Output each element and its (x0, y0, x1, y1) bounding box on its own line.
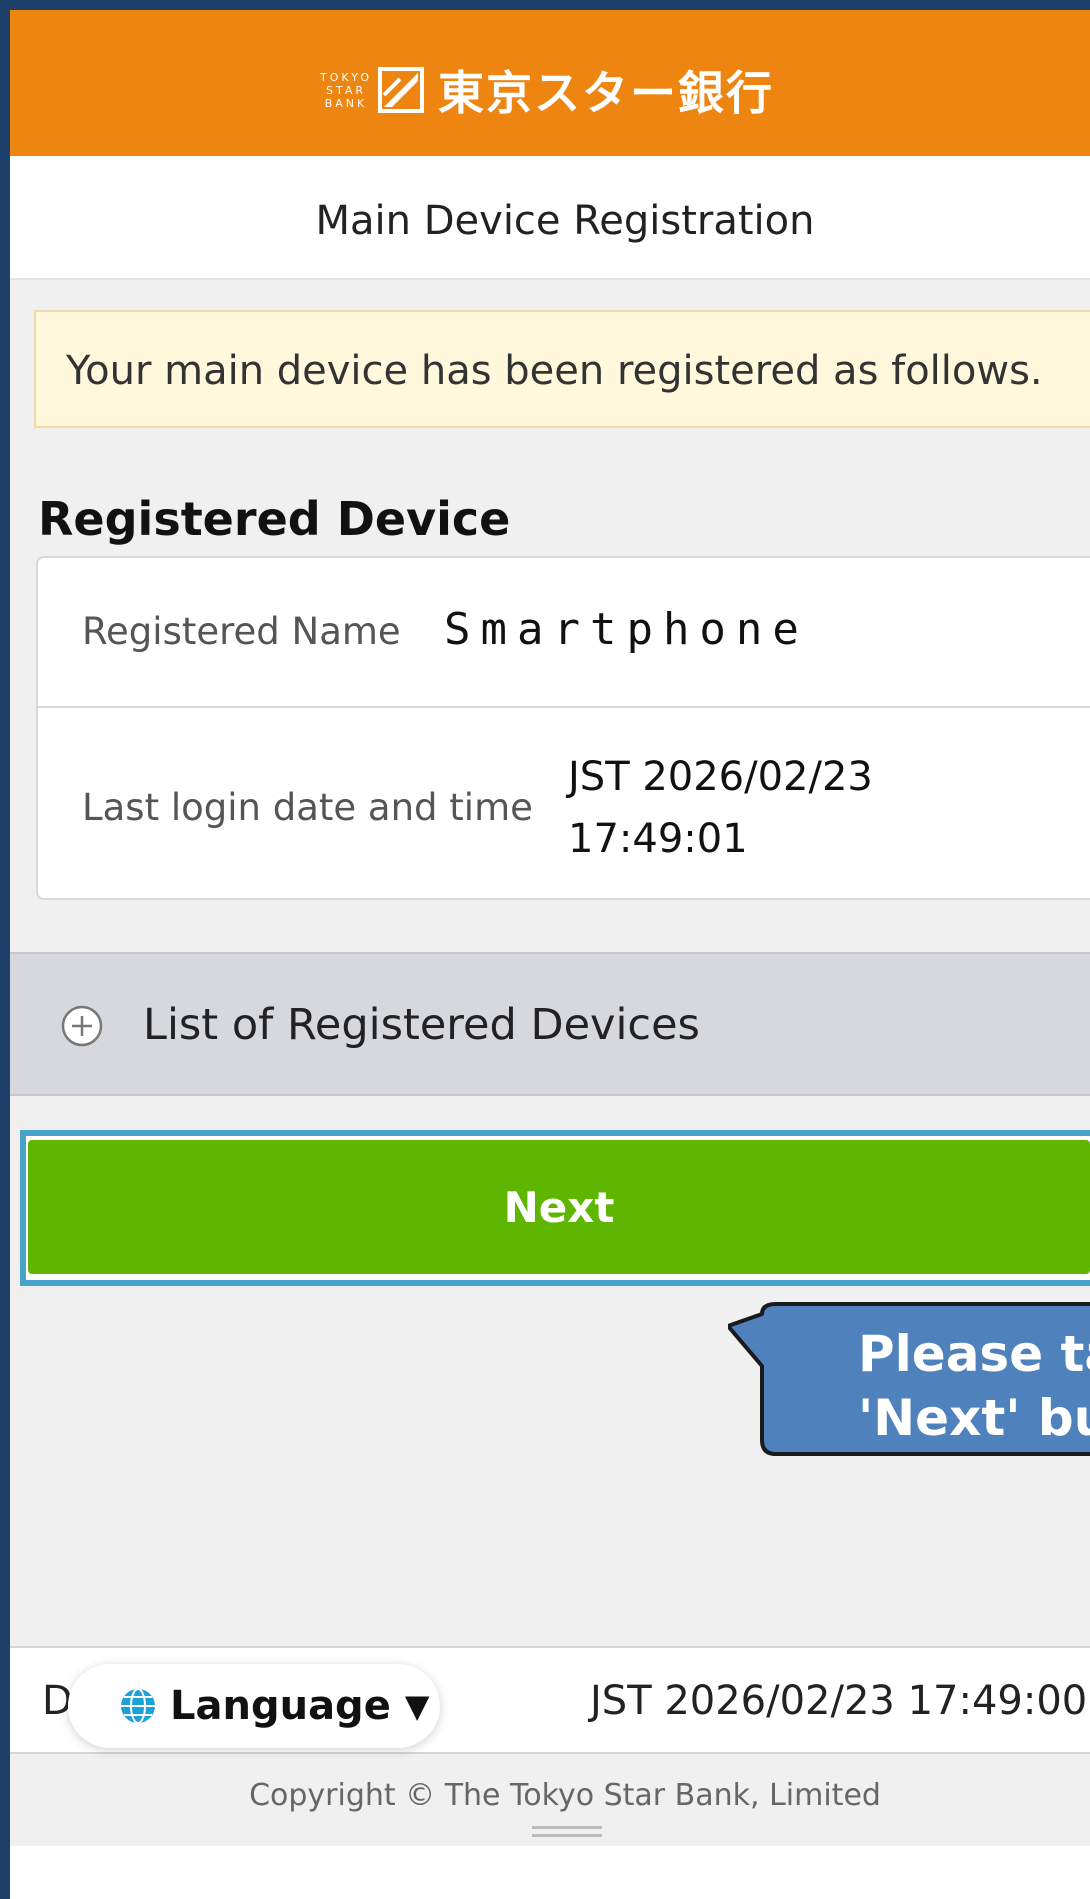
device-row-last-login: Last login date and time JST 2026/02/23 … (38, 708, 1090, 900)
drag-handle-line-top (532, 1826, 602, 1829)
logo-line-star: STAR (325, 83, 366, 97)
callout-line-1: Please ta (858, 1325, 1090, 1383)
language-selector[interactable]: Language ▼ (68, 1664, 440, 1748)
instruction-callout: Please ta 'Next' bu (728, 1296, 1090, 1462)
header-bar: TOKYO STAR BANK 東京スター銀行 (10, 10, 1090, 156)
last-login-date: JST 2026/02/23 (568, 754, 873, 800)
notice-banner: Your main device has been registered as … (34, 310, 1090, 428)
app-screen: TOKYO STAR BANK 東京スター銀行 Main Device Regi… (10, 10, 1090, 1899)
last-login-label: Last login date and time (82, 786, 533, 829)
logo-line-tokyo: TOKYO (320, 70, 372, 84)
registered-name-value: Smartphone (444, 604, 809, 655)
logo-english: TOKYO STAR BANK (320, 71, 372, 110)
drag-handle[interactable] (10, 1816, 1090, 1846)
title-bar: Main Device Registration (10, 156, 1090, 280)
plus-circle-icon (61, 1005, 103, 1047)
registered-devices-label: List of Registered Devices (143, 1000, 700, 1050)
drag-handle-line-bottom (532, 1834, 602, 1837)
star-logo-icon (377, 67, 424, 113)
caret-down-icon: ▼ (404, 1687, 430, 1725)
bottom-safe-area (10, 1846, 1090, 1899)
footer-bar: D Language ▼ JST 2026/02/23 17:49:00 (10, 1646, 1090, 1754)
logo-line-bank: BANK (324, 96, 368, 110)
last-login-time: 17:49:01 (568, 816, 748, 862)
last-login-value: JST 2026/02/23 17:49:01 (568, 746, 873, 870)
page-title: Main Device Registration (315, 198, 815, 244)
callout-text: Please ta 'Next' bu (858, 1322, 1090, 1450)
registered-device-card: Registered Name Smartphone Last login da… (36, 556, 1090, 900)
copyright-text: Copyright © The Tokyo Star Bank, Limited (249, 1778, 881, 1813)
server-timestamp: JST 2026/02/23 17:49:00 (590, 1678, 1088, 1724)
callout-line-2: 'Next' bu (858, 1389, 1090, 1447)
bank-logo: TOKYO STAR BANK 東京スター銀行 (320, 60, 774, 120)
frame-left-border (0, 0, 10, 1899)
language-label: Language (170, 1683, 391, 1729)
registered-name-label: Registered Name (82, 610, 401, 653)
globe-icon (121, 1688, 155, 1724)
device-row-name: Registered Name Smartphone (38, 558, 1090, 708)
logo-japanese: 東京スター銀行 (437, 66, 774, 120)
notice-text: Your main device has been registered as … (66, 348, 1043, 394)
registered-device-heading: Registered Device (38, 492, 511, 546)
registered-devices-accordion[interactable]: List of Registered Devices (10, 952, 1090, 1096)
next-button[interactable]: Next (28, 1140, 1090, 1274)
frame-top-border (0, 0, 1090, 10)
